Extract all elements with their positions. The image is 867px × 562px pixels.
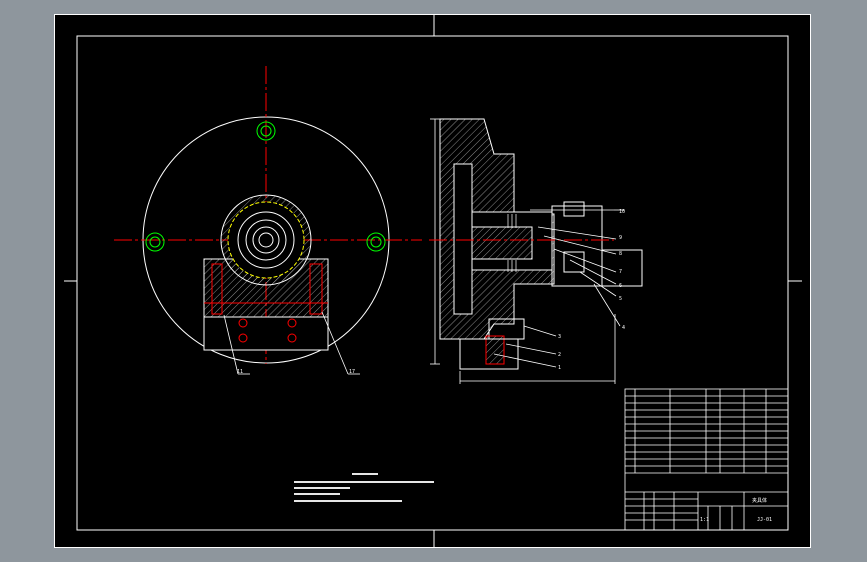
drawing-sheet: 11 17 10 9 8 7 6 5 4 3 2 1 夹具体 1:1 JJ-01 (54, 14, 811, 548)
bolt-hole-left (145, 232, 165, 252)
svg-text:4: 4 (622, 325, 625, 331)
technical-requirements (294, 473, 434, 502)
cad-drawing: 11 17 10 9 8 7 6 5 4 3 2 1 夹具体 1:1 JJ-01 (54, 14, 811, 548)
svg-text:6: 6 (619, 283, 622, 289)
inner-border (76, 35, 789, 531)
drawing-number: JJ-01 (757, 517, 772, 523)
boss-hidden (227, 201, 305, 279)
scale-value: 1:1 (700, 517, 709, 523)
svg-text:1: 1 (558, 365, 561, 371)
centering-marks (64, 14, 802, 548)
bolt-hole-right (366, 232, 386, 252)
leader-label-17: 17 (349, 369, 355, 375)
part-name: 夹具体 (752, 497, 767, 504)
svg-text:2: 2 (558, 352, 561, 358)
side-view: 10 9 8 7 6 5 4 3 2 1 (429, 118, 643, 384)
front-view: 11 17 (114, 66, 422, 375)
svg-text:8: 8 (619, 251, 622, 257)
svg-text:5: 5 (619, 296, 622, 302)
support-base (203, 316, 329, 351)
svg-text:7: 7 (619, 269, 622, 275)
outer-frame (54, 14, 811, 548)
leader-label-11: 11 (237, 369, 243, 375)
svg-text:3: 3 (558, 334, 561, 340)
svg-text:10: 10 (619, 209, 625, 215)
svg-text:9: 9 (619, 235, 622, 241)
title-block-text: 夹具体 1:1 JJ-01 (700, 497, 772, 523)
title-block (624, 388, 789, 531)
